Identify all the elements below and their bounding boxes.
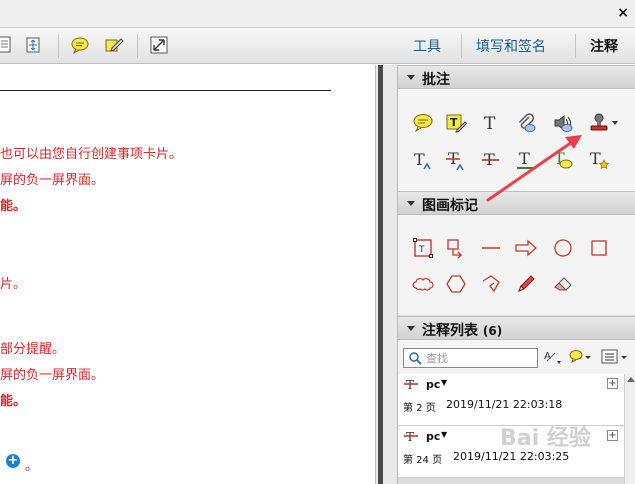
oval-icon[interactable]	[550, 235, 576, 261]
tab-fill-sign[interactable]: 填写和签名	[476, 36, 546, 56]
toolbar-divider	[137, 34, 138, 58]
search-input[interactable]	[426, 350, 534, 366]
svg-text:T: T	[519, 149, 530, 168]
close-icon[interactable]: ×	[617, 6, 629, 20]
comment-list-header[interactable]: 注释列表 (6)	[398, 316, 635, 340]
tab-tools[interactable]: 工具	[413, 36, 441, 56]
drawing-tools: T	[398, 215, 635, 315]
doc-text-line: 能。	[0, 199, 27, 214]
expand-icon[interactable]: +	[607, 430, 618, 441]
strikethrough-icon[interactable]: T	[478, 147, 504, 173]
polygon-icon[interactable]	[443, 271, 469, 297]
highlight-text-icon[interactable]: T	[443, 110, 469, 136]
comment-page: 第 2 页	[403, 403, 436, 414]
doc-text-line: 也可以由您自行创建事项卡片。	[0, 147, 183, 162]
drawing-title: 图画标记	[422, 198, 478, 214]
svg-text:T: T	[450, 116, 458, 129]
svg-text:T: T	[590, 149, 601, 168]
pencil-icon[interactable]	[513, 271, 539, 297]
comment-author: pc	[426, 378, 441, 391]
callout-icon[interactable]	[443, 235, 469, 261]
strikethrough-icon: T	[404, 378, 418, 391]
watermark: Bai 经验	[500, 426, 591, 451]
fit-page-icon[interactable]	[22, 34, 44, 56]
text-comment-icon[interactable]: T	[550, 147, 576, 173]
doc-text-line: 。	[25, 459, 39, 474]
toolbar-divider	[58, 34, 59, 58]
doc-text-line: 部分提醒。	[0, 342, 66, 357]
drawing-header[interactable]: 图画标记	[398, 191, 635, 215]
annotations-title: 批注	[422, 72, 450, 88]
svg-text:T: T	[484, 114, 496, 133]
eraser-icon[interactable]	[550, 271, 576, 297]
underline-icon[interactable]: T	[513, 147, 539, 173]
page-icon[interactable]	[0, 34, 16, 56]
tab-comment[interactable]: 注释	[590, 36, 618, 56]
stamp-icon[interactable]	[586, 110, 612, 136]
cloud-icon[interactable]	[410, 271, 436, 297]
tab-divider	[461, 34, 462, 58]
arrow-icon[interactable]	[513, 235, 539, 261]
collapse-triangle-icon[interactable]	[407, 326, 415, 331]
add-text-icon[interactable]: T	[478, 110, 504, 136]
sort-icon[interactable]: A	[542, 346, 564, 368]
comment-page: 第 24 页	[403, 455, 443, 466]
search-icon	[409, 352, 422, 365]
comment-bubble-icon[interactable]	[69, 34, 91, 56]
title-bar: ×	[0, 0, 635, 28]
author-dropdown-icon[interactable]: ▼	[441, 378, 447, 387]
expand-icon[interactable]: +	[607, 378, 618, 389]
document-page[interactable]: 也可以由您自行创建事项卡片。 屏的负一屏界面。 能。 片。 部分提醒。 屏的负一…	[0, 65, 375, 484]
sign-pen-icon[interactable]	[103, 34, 125, 56]
attach-file-icon[interactable]	[513, 110, 539, 136]
svg-text:T: T	[414, 150, 425, 169]
filter-comments-icon[interactable]	[567, 346, 593, 368]
collapse-triangle-icon[interactable]	[407, 201, 415, 206]
line-icon[interactable]	[478, 235, 504, 261]
rectangle-icon[interactable]	[586, 235, 612, 261]
annotations-header[interactable]: 批注	[398, 65, 635, 89]
comment-count: (6)	[482, 324, 503, 338]
stamp-dropdown-icon[interactable]	[612, 121, 618, 125]
comment-list-title: 注释列表 (6)	[422, 323, 503, 339]
document-rule	[0, 90, 331, 91]
toolbar: 工具 填写和签名 注释	[0, 28, 635, 64]
strikethrough-icon: T	[404, 430, 418, 443]
record-audio-icon[interactable]	[550, 110, 576, 136]
collapse-triangle-icon[interactable]	[407, 75, 415, 80]
svg-text:T: T	[418, 245, 425, 255]
comment-list-scrollbar[interactable]	[624, 374, 635, 484]
list-item[interactable]: T pc ▼ + 第 2 页 2019/11/21 22:03:18	[398, 374, 624, 426]
doc-text-line: 屏的负一屏界面。	[0, 173, 105, 188]
doc-text-line: 能。	[0, 394, 27, 409]
scroll-up-icon[interactable]	[627, 377, 635, 382]
replace-text-icon[interactable]: T	[443, 147, 469, 173]
connected-lines-icon[interactable]	[478, 271, 504, 297]
comment-time: 2019/11/21 22:03:18	[446, 398, 563, 411]
comment-author: pc	[426, 430, 441, 443]
doc-text-line: 屏的负一屏界面。	[0, 368, 105, 383]
insert-text-icon[interactable]: T	[410, 147, 436, 173]
document-scroll-thumb[interactable]	[378, 65, 383, 484]
search-box[interactable]	[403, 348, 538, 368]
fullscreen-icon[interactable]	[148, 34, 170, 56]
doc-text-line: 片。	[0, 277, 27, 292]
options-menu-icon[interactable]	[600, 346, 630, 368]
annotations-tools: T T T T T T T T	[398, 89, 635, 191]
sticky-note-icon[interactable]	[410, 110, 436, 136]
text-correction-icon[interactable]: T	[586, 147, 612, 173]
author-dropdown-icon[interactable]: ▼	[441, 430, 447, 439]
text-box-icon[interactable]: T	[410, 235, 436, 261]
add-circle-icon: +	[6, 453, 20, 468]
tab-divider	[575, 34, 576, 58]
